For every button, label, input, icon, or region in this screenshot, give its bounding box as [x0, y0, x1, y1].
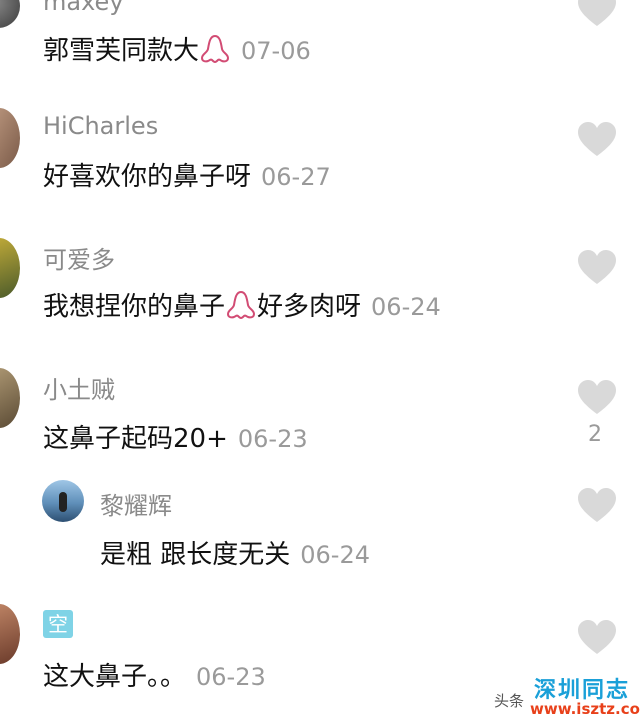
comment-username[interactable]: 可爱多: [43, 240, 115, 275]
comment-body: 郭雪芙同款大: [43, 36, 200, 66]
username-badge[interactable]: 空: [43, 610, 73, 638]
like-heart-icon[interactable]: [577, 0, 617, 28]
comment-body: 这鼻子起码20+: [43, 424, 228, 454]
avatar[interactable]: [0, 604, 20, 664]
comment-text: 这大鼻子。。 06-23: [43, 656, 266, 693]
avatar[interactable]: [0, 0, 20, 28]
like-count: 2: [588, 422, 602, 447]
like-heart-icon[interactable]: [577, 122, 617, 158]
comment-text: 这鼻子起码20+ 06-23: [43, 418, 308, 455]
comment-date: 06-24: [300, 541, 371, 569]
watermark-url: www.isztz.com: [530, 700, 640, 718]
comment-date: 07-06: [241, 37, 311, 65]
like-heart-icon[interactable]: [577, 620, 617, 656]
watermark: 头条 深圳同志 www.isztz.com: [494, 672, 640, 722]
comment-text: 我想捏你的鼻子 好多肉呀 06-24: [43, 286, 441, 323]
nose-emoji-icon: [201, 34, 230, 64]
comment-body: 这大鼻子。。: [43, 662, 187, 692]
comment-username[interactable]: HiCharles: [43, 112, 158, 140]
avatar[interactable]: [0, 108, 20, 168]
comment-body: 好喜欢你的鼻子呀: [43, 162, 252, 192]
watermark-small: 头条: [494, 692, 525, 710]
like-heart-icon[interactable]: [577, 250, 617, 286]
comment-text: 是粗 跟长度无关 06-24: [100, 534, 370, 571]
comment-date: 06-27: [261, 163, 331, 191]
nose-emoji-icon: [227, 290, 256, 320]
comment-text: 郭雪芙同款大 07-06: [43, 30, 311, 67]
comment-text: 好喜欢你的鼻子呀 06-27: [43, 156, 331, 193]
comment-body: 我想捏你的鼻子: [43, 292, 226, 322]
like-heart-icon[interactable]: [577, 488, 617, 524]
avatar[interactable]: [0, 368, 20, 428]
avatar[interactable]: [42, 480, 84, 522]
comment-username[interactable]: 黎耀辉: [100, 486, 172, 521]
comment-username[interactable]: 小土贼: [43, 370, 115, 405]
comment-date: 06-24: [371, 293, 441, 321]
comment-username[interactable]: maxey: [43, 0, 124, 16]
like-heart-icon[interactable]: [577, 380, 617, 416]
avatar[interactable]: [0, 238, 20, 298]
comment-date: 06-23: [237, 425, 308, 453]
comment-body: 是粗 跟长度无关: [100, 540, 291, 570]
comment-date: 06-23: [196, 663, 266, 691]
comment-body-cont: 好多肉呀: [257, 292, 362, 322]
